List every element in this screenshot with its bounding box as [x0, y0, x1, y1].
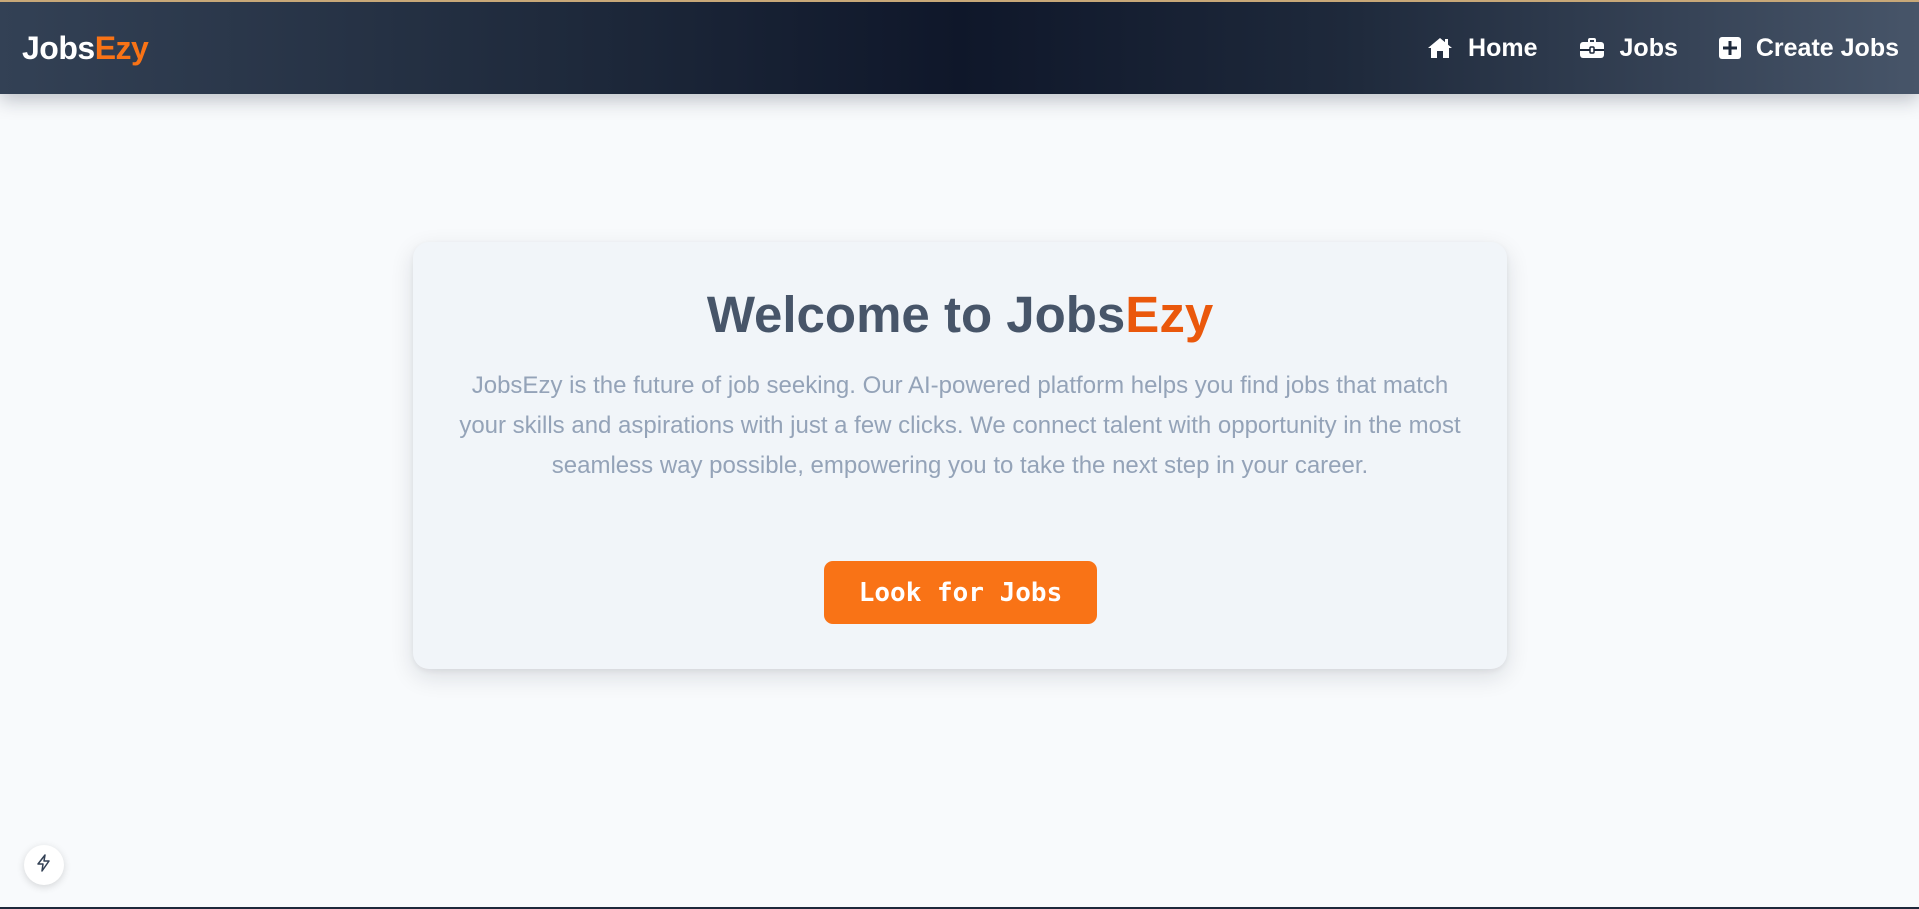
nav-item-home[interactable]: Home: [1426, 33, 1538, 63]
look-for-jobs-button[interactable]: Look for Jobs: [824, 561, 1097, 624]
lightning-bolt-icon: [34, 853, 54, 878]
brand-name-main: Jobs: [22, 30, 95, 66]
brand-logo[interactable]: JobsEzy: [22, 30, 149, 67]
nav-item-label: Jobs: [1619, 33, 1678, 62]
hero-title-accent: Ezy: [1125, 286, 1214, 343]
brand-name-accent: Ezy: [94, 30, 149, 66]
nav-item-create-jobs[interactable]: Create Jobs: [1718, 34, 1899, 63]
hero-card: Welcome to JobsEzy JobsEzy is the future…: [413, 242, 1507, 669]
home-icon: [1426, 36, 1454, 60]
navbar: JobsEzy Home Jobs Create Jobs: [0, 0, 1919, 94]
nav-item-label: Create Jobs: [1755, 33, 1899, 62]
hero-title-main: Welcome to Jobs: [706, 286, 1126, 343]
plus-square-icon: [1718, 36, 1742, 60]
hero-description: JobsEzy is the future of job seeking. Ou…: [459, 372, 1461, 479]
hero-title: Welcome to JobsEzy: [413, 284, 1507, 345]
nav-item-jobs[interactable]: Jobs: [1578, 34, 1678, 63]
floating-action-button[interactable]: [24, 845, 64, 885]
main-nav: Home Jobs Create Jobs: [1426, 2, 1899, 94]
briefcase-icon: [1578, 36, 1606, 60]
nav-item-label: Home: [1468, 33, 1538, 62]
